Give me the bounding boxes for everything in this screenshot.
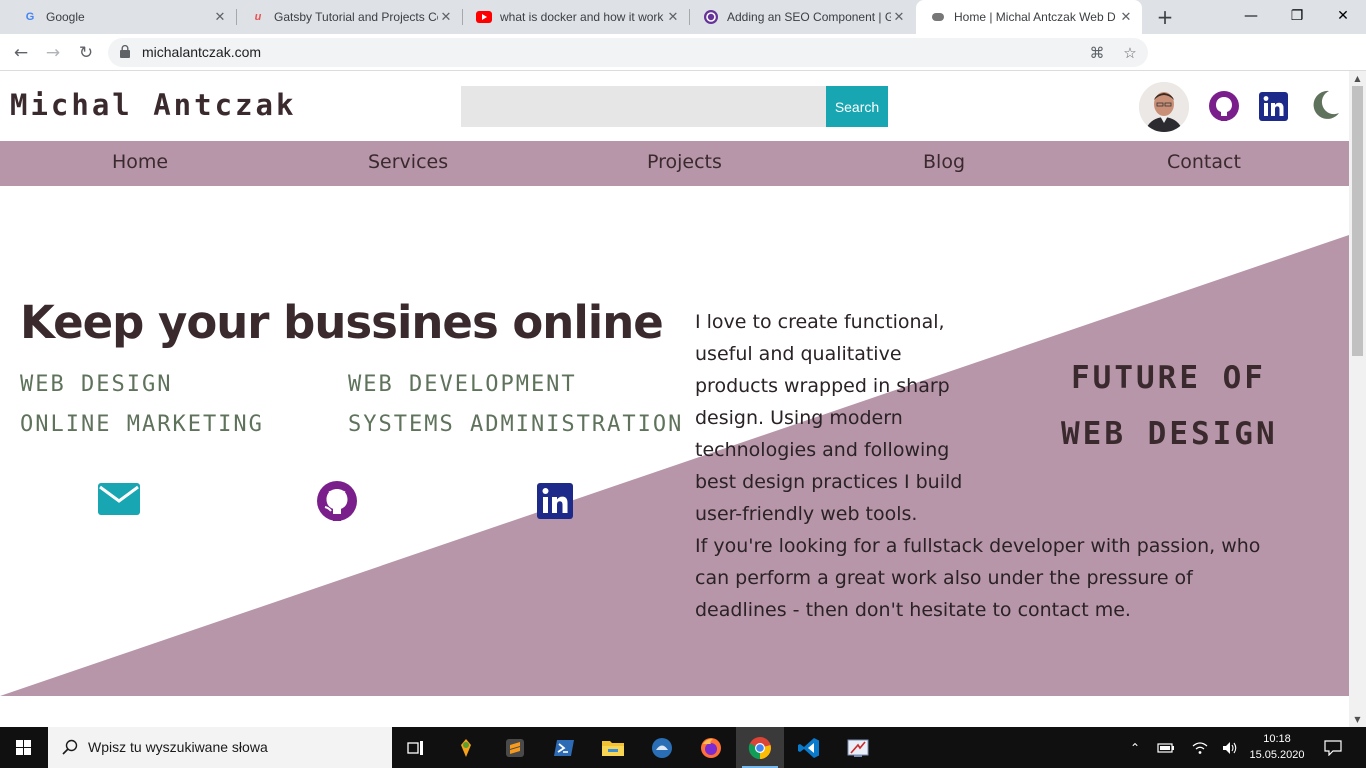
- bookmark-star-icon[interactable]: ☆: [1121, 44, 1139, 62]
- about-line: deadlines - then don't hesitate to conta…: [695, 599, 1131, 621]
- about-paragraph-2: If you're looking for a fullstack develo…: [695, 530, 1315, 626]
- tab-strip: G Google ✕ u Gatsby Tutorial and Project…: [0, 0, 1366, 34]
- hero-github-icon[interactable]: [316, 480, 358, 522]
- web-page: Michal Antczak Search Home Services Proj…: [0, 71, 1349, 727]
- about-line: I love to create functional,: [695, 311, 945, 333]
- task-view-icon[interactable]: [392, 727, 440, 768]
- search-input[interactable]: [461, 86, 826, 127]
- linkedin-icon[interactable]: [1259, 92, 1288, 121]
- tab-michal-antczak[interactable]: Home | Michal Antczak Web D ✕: [916, 0, 1142, 34]
- reload-icon[interactable]: ↻: [74, 41, 98, 65]
- address-bar[interactable]: michalantczak.com ⌘ ☆: [108, 38, 1148, 67]
- nav-projects[interactable]: Projects: [647, 141, 722, 186]
- service-web-design: WEB DESIGN: [20, 372, 173, 397]
- dark-mode-moon-icon[interactable]: [1309, 89, 1341, 121]
- tab-gatsby-tutorial[interactable]: u Gatsby Tutorial and Projects Co ✕: [236, 0, 462, 34]
- about-line: user-friendly web tools.: [695, 503, 918, 525]
- service-online-marketing: ONLINE MARKETING: [20, 412, 264, 437]
- gatsby-icon: [703, 9, 719, 25]
- scroll-up-icon[interactable]: ▲: [1353, 74, 1362, 83]
- battery-icon[interactable]: [1154, 727, 1178, 768]
- wifi-icon[interactable]: [1188, 727, 1212, 768]
- about-line: If you're looking for a fullstack develo…: [695, 535, 1261, 557]
- sublime-text-icon[interactable]: [491, 727, 539, 768]
- hero-section: Keep your bussines online WEB DESIGN WEB…: [0, 186, 1349, 696]
- about-line: products wrapped in sharp: [695, 375, 950, 397]
- tab-title: Gatsby Tutorial and Projects Co: [274, 10, 438, 24]
- search-button[interactable]: Search: [826, 86, 888, 127]
- windows-start-icon[interactable]: [0, 727, 48, 768]
- chrome-icon[interactable]: [736, 727, 784, 768]
- tab-title: Google: [46, 10, 85, 24]
- tab-google[interactable]: G Google ✕: [8, 0, 236, 34]
- nav-home[interactable]: Home: [112, 141, 168, 186]
- scrollbar-thumb[interactable]: [1352, 86, 1363, 356]
- back-icon[interactable]: ←: [9, 41, 33, 65]
- window-close-icon[interactable]: ✕: [1320, 0, 1366, 34]
- webcam-app-icon[interactable]: [638, 727, 686, 768]
- hero-linkedin-icon[interactable]: [537, 483, 573, 519]
- clock-date: 15.05.2020: [1249, 749, 1305, 761]
- minimize-icon[interactable]: —: [1228, 0, 1274, 34]
- taskbar-search-box[interactable]: Wpisz tu wyszukiwane słowa: [48, 727, 392, 768]
- close-icon[interactable]: ✕: [212, 9, 228, 25]
- volume-icon[interactable]: [1218, 727, 1242, 768]
- forward-icon[interactable]: →: [41, 41, 65, 65]
- scroll-down-icon[interactable]: ▼: [1353, 715, 1362, 724]
- avatar: [1139, 82, 1189, 132]
- site-header: Michal Antczak Search: [0, 71, 1349, 141]
- taskbar-search-placeholder: Wpisz tu wyszukiwane słowa: [88, 739, 268, 755]
- about-line: useful and qualitative: [695, 343, 902, 365]
- future-tagline-line2: WEB DESIGN: [1061, 416, 1278, 452]
- taskbar-clock[interactable]: 10:18 15.05.2020: [1246, 731, 1308, 763]
- restore-icon[interactable]: ❐: [1274, 0, 1320, 34]
- notifications-icon[interactable]: [1318, 727, 1348, 768]
- new-tab-button[interactable]: +: [1154, 6, 1176, 28]
- lock-icon: [120, 45, 130, 58]
- service-web-development: WEB DEVELOPMENT: [348, 372, 577, 397]
- tab-seo-component[interactable]: Adding an SEO Component | G ✕: [689, 0, 915, 34]
- search-icon: [62, 739, 78, 755]
- powershell-icon[interactable]: [540, 727, 588, 768]
- firefox-icon[interactable]: [687, 727, 735, 768]
- tab-youtube[interactable]: what is docker and how it work ✕: [462, 0, 689, 34]
- nav-services[interactable]: Services: [368, 141, 448, 186]
- tab-title: Home | Michal Antczak Web D: [954, 10, 1116, 24]
- site-icon: [930, 9, 946, 25]
- about-line: technologies and following: [695, 439, 950, 461]
- udemy-icon: u: [254, 11, 262, 23]
- tray-overflow-chevron-icon[interactable]: ⌃: [1124, 727, 1146, 768]
- github-icon[interactable]: [1208, 90, 1240, 122]
- about-line: best design practices I build: [695, 471, 963, 493]
- clock-time: 10:18: [1263, 733, 1291, 745]
- about-paragraph-1: I love to create functional, useful and …: [695, 306, 980, 530]
- youtube-icon: [476, 9, 492, 25]
- site-brand[interactable]: Michal Antczak: [10, 88, 296, 122]
- windows-taskbar: Wpisz tu wyszukiwane słowa ⌃ 10:18 15.05…: [0, 727, 1366, 768]
- close-icon[interactable]: ✕: [438, 9, 454, 25]
- fl-studio-icon[interactable]: [442, 727, 490, 768]
- browser-toolbar: ← → ↻ michalantczak.com ⌘ ☆ S ABP ▾ ≡ ✱ …: [0, 34, 1366, 95]
- google-icon: G: [25, 11, 35, 23]
- url-text: michalantczak.com: [142, 44, 262, 60]
- about-line: design. Using modern: [695, 407, 903, 429]
- close-icon[interactable]: ✕: [891, 9, 907, 25]
- email-icon[interactable]: [98, 483, 140, 515]
- close-icon[interactable]: ✕: [1118, 9, 1134, 25]
- service-systems-administration: SYSTEMS ADMINISTRATION: [348, 412, 684, 437]
- file-explorer-icon[interactable]: [589, 727, 637, 768]
- future-tagline-line1: FUTURE OF: [1071, 360, 1266, 396]
- snipping-tool-icon[interactable]: [834, 727, 882, 768]
- nav-blog[interactable]: Blog: [923, 141, 965, 186]
- vscode-icon[interactable]: [785, 727, 833, 768]
- tab-title: Adding an SEO Component | G: [727, 10, 891, 24]
- translate-icon[interactable]: ⌘: [1088, 44, 1106, 62]
- nav-contact[interactable]: Contact: [1167, 141, 1241, 186]
- tab-title: what is docker and how it work: [500, 10, 664, 24]
- close-icon[interactable]: ✕: [665, 9, 681, 25]
- page-scrollbar[interactable]: ▲ ▼: [1349, 71, 1366, 727]
- hero-headline: Keep your bussines online: [20, 296, 664, 349]
- about-line: can perform a great work also under the …: [695, 567, 1193, 589]
- main-navigation: Home Services Projects Blog Contact: [0, 141, 1349, 186]
